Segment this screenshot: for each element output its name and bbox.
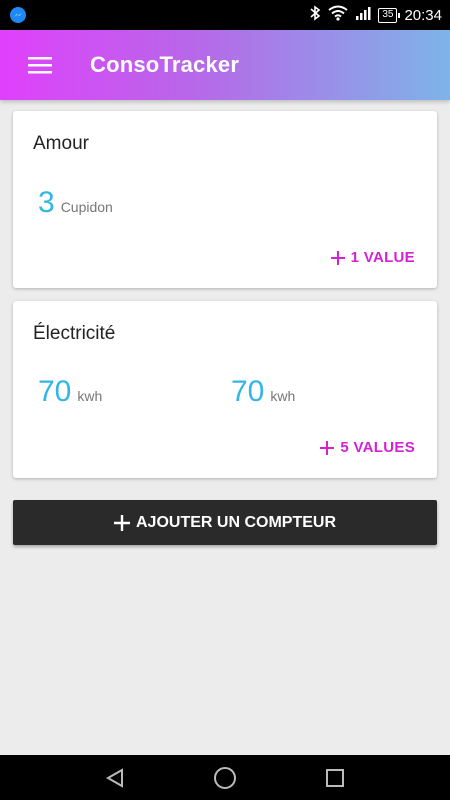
value-unit: kwh [77,388,103,404]
plus-icon [320,440,335,455]
add-value-label: 1 VALUE [350,249,415,266]
value-unit: kwh [270,388,296,404]
wifi-icon [328,5,348,25]
counter-value: 70 kwh [231,375,295,409]
add-values-button[interactable]: 5 VALUES [320,439,415,456]
counter-title: Amour [33,133,89,154]
plus-icon [330,250,345,265]
battery-icon: 35 [378,7,401,23]
value-number: 70 [231,375,265,408]
counter-card-electricite: Électricité 70 kwh 70 kwh 5 VALUES [13,301,437,478]
add-value-label: 5 VALUES [340,439,415,456]
counter-title: Électricité [33,323,116,344]
app-title: ConsoTracker [90,52,240,77]
hamburger-menu-icon[interactable] [0,30,80,100]
status-bar: 35 20:34 [0,0,450,30]
bluetooth-icon [309,5,321,25]
back-icon[interactable] [95,758,135,798]
app-bar: ConsoTracker [0,30,450,100]
navigation-bar [0,755,450,800]
counter-value: 70 kwh [38,375,102,409]
add-counter-button[interactable]: AJOUTER UN COMPTEUR [13,500,437,545]
value-number: 70 [38,375,72,408]
add-value-button[interactable]: 1 VALUE [330,249,415,266]
recents-icon[interactable] [315,758,355,798]
home-icon[interactable] [205,758,245,798]
value-number: 3 [38,186,55,219]
clock: 20:34 [404,6,442,24]
counter-value: 3 Cupidon [38,186,113,220]
add-counter-label: AJOUTER UN COMPTEUR [135,513,336,531]
plus-icon [113,514,130,531]
messenger-icon [10,7,26,23]
counter-card-amour: Amour 3 Cupidon 1 VALUE [13,111,437,288]
signal-icon [355,5,371,25]
value-unit: Cupidon [60,199,113,215]
